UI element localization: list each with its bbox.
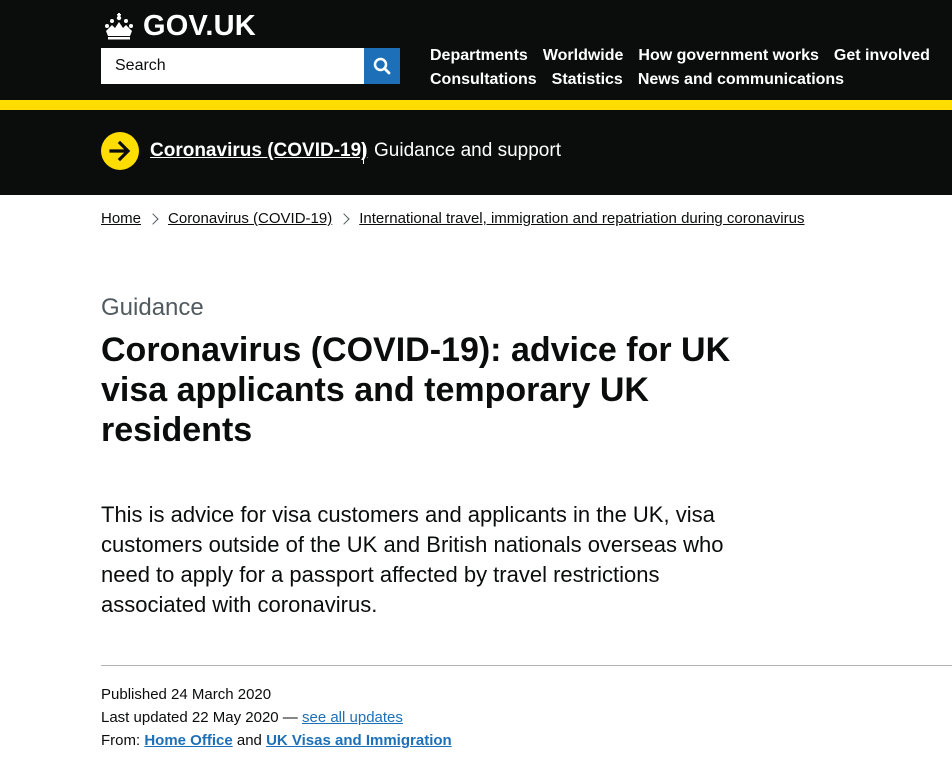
breadcrumb-home[interactable]: Home [101, 210, 141, 227]
site-header: GOV.UK Departments Worldwide How governm… [0, 0, 952, 100]
last-updated-line: Last updated 22 May 2020 — see all updat… [101, 706, 452, 729]
banner-subtitle: Guidance and support [374, 140, 561, 161]
logo-text: GOV.UK [143, 9, 256, 42]
publication-metadata: Published 24 March 2020 Last updated 22 … [101, 683, 452, 752]
see-all-updates-link[interactable]: see all updates [302, 709, 403, 726]
uk-visas-and-immigration-link[interactable]: UK Visas and Immigration [266, 732, 452, 749]
home-office-link[interactable]: Home Office [144, 732, 232, 749]
nav-news-and-communications[interactable]: News and communications [638, 71, 844, 89]
page-title: Coronavirus (COVID-19): advice for UK vi… [101, 331, 731, 449]
breadcrumb-coronavirus[interactable]: Coronavirus (COVID-19) [168, 210, 332, 227]
chevron-right-icon [147, 212, 159, 225]
crown-icon [105, 13, 133, 40]
nav-worldwide[interactable]: Worldwide [543, 47, 624, 65]
page-lead-paragraph: This is advice for visa customers and ap… [101, 502, 724, 617]
chevron-right-icon [338, 212, 350, 225]
govuk-logo-link[interactable]: GOV.UK [101, 10, 256, 42]
arrow-right-icon[interactable] [101, 132, 139, 170]
banner-divider [363, 143, 364, 164]
nav-get-involved[interactable]: Get involved [834, 47, 930, 65]
from-line: From: Home Office and UK Visas and Immig… [101, 729, 452, 752]
search-icon [373, 57, 391, 75]
search-button[interactable] [364, 48, 400, 84]
page-caption: Guidance [101, 294, 204, 321]
breadcrumb: Home Coronavirus (COVID-19) Internationa… [101, 210, 804, 227]
published-date: Published 24 March 2020 [101, 686, 272, 703]
from-label: From: [101, 732, 141, 749]
and-text: and [232, 732, 267, 749]
coronavirus-banner: Coronavirus (COVID-19) Guidance and supp… [0, 110, 952, 195]
section-divider [101, 665, 952, 666]
breadcrumb-international-travel[interactable]: International travel, immigration and re… [359, 210, 804, 227]
last-updated-date: Last updated 22 May 2020 — [101, 709, 302, 726]
search-input[interactable] [101, 48, 364, 84]
main-navigation: Departments Worldwide How government wor… [430, 44, 940, 92]
nav-departments[interactable]: Departments [430, 47, 528, 65]
header-yellow-bar [0, 100, 952, 110]
nav-how-government-works[interactable]: How government works [638, 47, 818, 65]
nav-consultations[interactable]: Consultations [430, 71, 537, 89]
nav-row-1: Departments Worldwide How government wor… [430, 44, 940, 68]
coronavirus-link[interactable]: Coronavirus (COVID-19) [150, 140, 367, 162]
search-form [101, 48, 400, 84]
nav-row-2: Consultations Statistics News and commun… [430, 68, 940, 92]
nav-statistics[interactable]: Statistics [552, 71, 623, 89]
